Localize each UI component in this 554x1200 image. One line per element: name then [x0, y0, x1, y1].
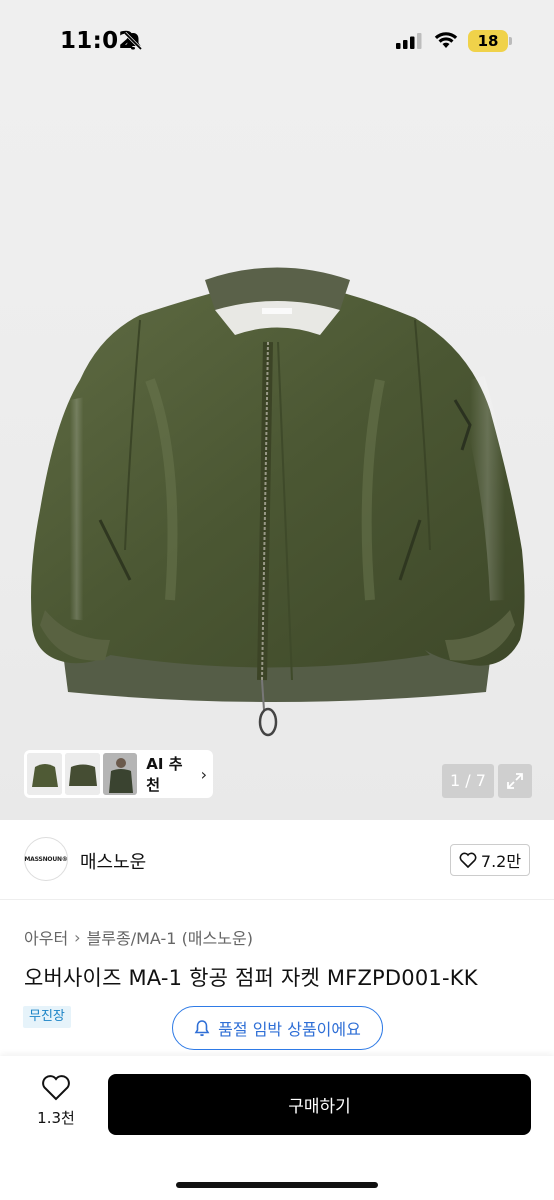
- brand-logo[interactable]: MASSNOUN®: [24, 837, 68, 881]
- expand-icon: [507, 773, 523, 789]
- bell-icon: [194, 1020, 210, 1037]
- product-image: [31, 267, 525, 737]
- buy-button[interactable]: 구매하기: [108, 1074, 531, 1135]
- heart-icon: [42, 1075, 70, 1101]
- product-image-gallery[interactable]: AI 추천 › 1 / 7: [0, 80, 554, 820]
- breadcrumb-item[interactable]: 블루종/MA-1 (매스노운): [87, 925, 253, 949]
- bell-slash-icon: [123, 31, 143, 51]
- thumbnail-jacket-back[interactable]: [64, 753, 100, 795]
- bottom-action-bar: 1.3천 구매하기: [0, 1056, 554, 1200]
- battery-tip: [509, 37, 512, 45]
- chevron-right-icon: ›: [74, 927, 81, 947]
- signal-icon: [396, 33, 422, 49]
- brand-like-count: 7.2만: [480, 852, 522, 871]
- thumbnail-model[interactable]: [102, 753, 138, 795]
- shipping-badge: 무진장: [23, 1006, 71, 1028]
- brand-name[interactable]: 매스노운: [80, 848, 146, 874]
- breadcrumb-item[interactable]: 아우터: [24, 925, 68, 949]
- home-indicator: [176, 1182, 378, 1188]
- status-bar: 11:02 18: [0, 0, 554, 80]
- thumbnail-jacket-front[interactable]: [27, 753, 62, 795]
- breadcrumb: 아우터 › 블루종/MA-1 (매스노운): [24, 925, 253, 949]
- wishlist-count: 1.3천: [37, 1109, 75, 1127]
- product-title: 오버사이즈 MA-1 항공 점퍼 자켓 MFZPD001-KK: [24, 966, 478, 990]
- expand-button[interactable]: [498, 764, 532, 798]
- brand-row[interactable]: MASSNOUN® 매스노운 7.2만: [0, 820, 554, 900]
- brand-like-button[interactable]: 7.2만: [450, 844, 530, 876]
- ai-recommend-strip[interactable]: AI 추천 ›: [24, 750, 213, 798]
- image-page-counter: 1 / 7: [442, 764, 494, 798]
- wifi-icon: [434, 32, 458, 48]
- chevron-right-icon: ›: [200, 764, 207, 784]
- ai-recommend-label: AI 추천: [146, 755, 183, 794]
- stock-notice-pill: 품절 임박 상품이에요: [172, 1006, 383, 1050]
- stock-notice-text: 품절 임박 상품이에요: [218, 1020, 361, 1039]
- wishlist-button[interactable]: 1.3천: [30, 1074, 82, 1128]
- heart-icon: [459, 852, 477, 868]
- battery-icon: 18: [468, 30, 508, 52]
